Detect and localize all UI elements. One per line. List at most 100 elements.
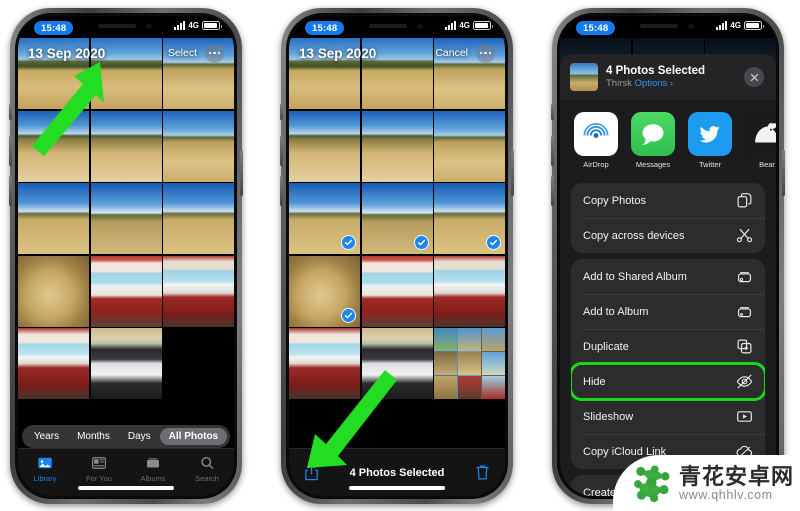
share-sheet: 4 Photos Selected Thirsk Options › AirDr… — [560, 54, 776, 496]
volume-up-button[interactable] — [9, 136, 12, 166]
photo-cell[interactable] — [163, 110, 234, 182]
eye-slash-icon — [736, 373, 753, 390]
power-button[interactable] — [240, 150, 243, 196]
tab-label: Albums — [140, 474, 166, 483]
segment-months[interactable]: Months — [68, 428, 119, 445]
menu-item-label: Copy Photos — [583, 194, 646, 207]
home-indicator[interactable] — [349, 486, 445, 490]
photo-cell-selected[interactable] — [434, 183, 505, 254]
more-options-icon[interactable] — [476, 43, 495, 63]
albums-icon — [147, 458, 159, 468]
timeline-segmented-control: Years Months Days All Photos — [18, 425, 234, 448]
photo-cell[interactable] — [361, 328, 433, 399]
photo-cell[interactable] — [434, 110, 505, 182]
photo-cell[interactable] — [361, 110, 433, 182]
for-you-icon — [92, 457, 106, 469]
phone-2-screen: 13 Sep 2020 Cancel 4 Photos Selected 15:… — [289, 16, 505, 496]
airdrop-icon — [574, 112, 618, 156]
segment-all-photos[interactable]: All Photos — [159, 428, 228, 445]
menu-item-duplicate[interactable]: Duplicate — [571, 329, 765, 364]
twitter-icon — [688, 112, 732, 156]
phone-2-frame: 13 Sep 2020 Cancel 4 Photos Selected 15:… — [280, 8, 514, 504]
photo-cell-selected[interactable] — [289, 183, 360, 254]
trash-icon[interactable] — [474, 463, 491, 482]
menu-item-add-to-shared-album[interactable]: Add to Shared Album — [571, 259, 765, 294]
watermark-url: www.qhhlv.com — [678, 487, 773, 502]
photo-cell[interactable] — [18, 328, 89, 399]
share-menu-group-2: Add to Shared Album Add to Album Duplica… — [571, 259, 765, 469]
share-target-airdrop[interactable]: AirDrop — [574, 112, 618, 169]
menu-item-label: Add to Album — [583, 305, 649, 318]
tab-for-you[interactable]: For You — [72, 454, 126, 483]
share-target-twitter[interactable]: Twitter — [688, 112, 732, 169]
photo-grid-2 — [289, 38, 505, 399]
photo-cell[interactable] — [90, 183, 162, 254]
select-button[interactable]: Select — [168, 47, 197, 59]
menu-item-add-to-album[interactable]: Add to Album — [571, 294, 765, 329]
options-link[interactable]: Options › — [635, 78, 674, 89]
menu-item-copy-photos[interactable]: Copy Photos — [571, 183, 765, 218]
phone-1-screen: 13 Sep 2020 Select Years Months Days All… — [18, 16, 234, 496]
power-button[interactable] — [511, 150, 514, 196]
volume-up-button[interactable] — [551, 136, 554, 166]
menu-item-copy-across-devices[interactable]: Copy across devices — [571, 218, 765, 253]
photo-cell[interactable] — [361, 255, 433, 327]
volume-down-button[interactable] — [9, 176, 12, 206]
photo-cell-mosaic[interactable] — [434, 328, 505, 399]
menu-item-slideshow[interactable]: Slideshow — [571, 399, 765, 434]
selection-count-label: 4 Photos Selected — [349, 466, 445, 479]
watermark-title: 青花安卓网 — [678, 464, 794, 490]
photo-cell[interactable] — [289, 110, 360, 182]
share-target-bear[interactable]: Bear — [745, 112, 776, 169]
photo-cell[interactable] — [90, 110, 162, 182]
mute-switch[interactable] — [280, 104, 283, 120]
volume-up-button[interactable] — [280, 136, 283, 166]
bear-icon — [745, 112, 776, 156]
phone-3-bezel: 4 Photos Selected Thirsk Options › AirDr… — [557, 13, 779, 499]
place-label: Thirsk — [606, 78, 632, 90]
volume-down-button[interactable] — [551, 176, 554, 206]
tab-library[interactable]: Library — [18, 454, 72, 483]
mute-switch[interactable] — [9, 104, 12, 120]
share-icon[interactable] — [303, 463, 320, 482]
power-button[interactable] — [782, 150, 785, 196]
home-indicator[interactable] — [78, 486, 174, 490]
photo-cell[interactable] — [90, 328, 162, 399]
cancel-button[interactable]: Cancel — [435, 47, 468, 59]
photo-cell[interactable] — [18, 110, 89, 182]
menu-item-label: Copy across devices — [583, 229, 685, 242]
photo-cell[interactable] — [289, 328, 360, 399]
share-target-label: AirDrop — [583, 160, 609, 169]
messages-icon — [631, 112, 675, 156]
slideshow-icon — [736, 408, 753, 425]
tab-label: Library — [33, 474, 57, 483]
share-target-label: Twitter — [698, 160, 722, 169]
share-sheet-title: 4 Photos Selected — [606, 64, 706, 77]
phone-3-frame: 4 Photos Selected Thirsk Options › AirDr… — [551, 8, 785, 504]
share-targets-row[interactable]: AirDrop Messages Twitter Bear — [560, 100, 776, 177]
photo-cell[interactable] — [163, 183, 234, 254]
volume-down-button[interactable] — [280, 176, 283, 206]
segment-years[interactable]: Years — [25, 428, 68, 445]
photo-cell[interactable] — [163, 255, 234, 327]
photo-date-label: 13 Sep 2020 — [28, 45, 106, 61]
tab-label: For You — [86, 474, 112, 483]
photo-cell[interactable] — [434, 255, 505, 327]
copy-icon — [736, 192, 753, 209]
photo-cell-selected[interactable] — [289, 255, 360, 327]
menu-item-hide[interactable]: Hide — [571, 362, 765, 401]
photo-cell-selected[interactable] — [361, 183, 433, 254]
segment-days[interactable]: Days — [119, 428, 160, 445]
duplicate-icon — [736, 338, 753, 355]
mute-switch[interactable] — [551, 104, 554, 120]
tab-search[interactable]: Search — [180, 454, 234, 483]
photo-cell[interactable] — [90, 255, 162, 327]
close-icon[interactable] — [744, 67, 764, 87]
more-options-icon[interactable] — [205, 43, 224, 63]
menu-item-label: Hide — [583, 375, 606, 388]
share-target-messages[interactable]: Messages — [631, 112, 675, 169]
photo-cell[interactable] — [18, 255, 89, 327]
photo-cell[interactable] — [18, 183, 89, 254]
photo-grid-1 — [18, 38, 234, 399]
tab-albums[interactable]: Albums — [126, 454, 180, 483]
